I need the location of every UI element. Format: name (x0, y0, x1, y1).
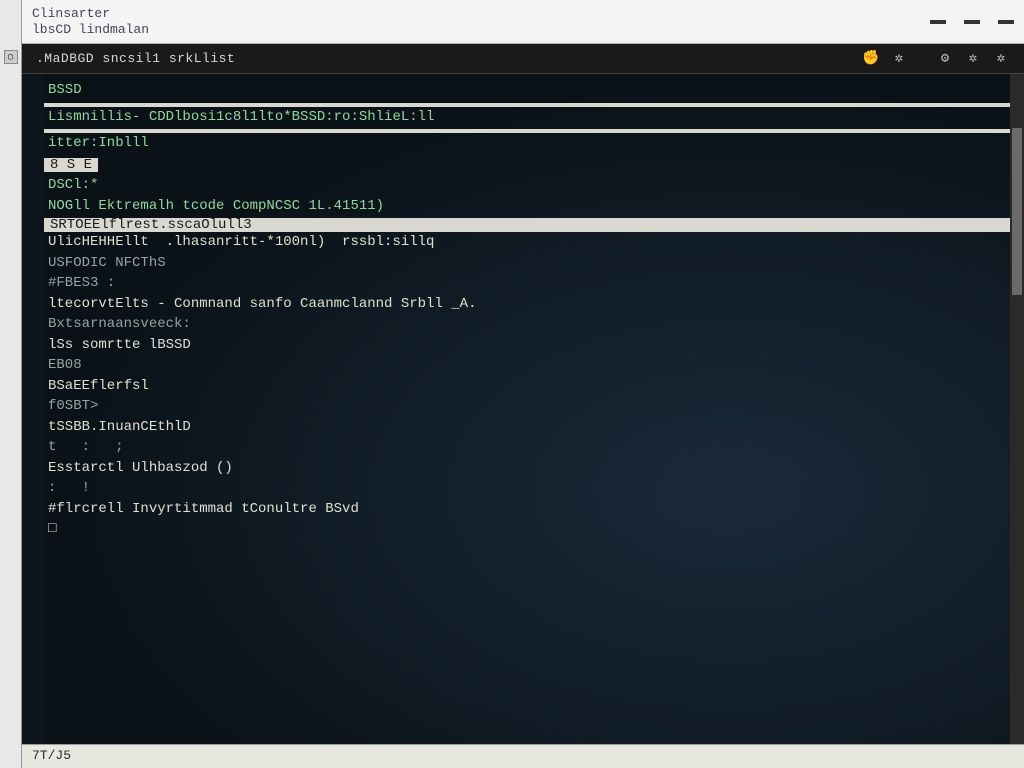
hand-icon[interactable]: ✊ (862, 50, 880, 68)
terminal-line: itter:Inblll (48, 135, 1014, 153)
gear-icon[interactable]: ✲ (992, 50, 1010, 68)
menu-toolbar: .MaDBGD sncsil1 srkLlist ✊ ✲ ⚙ ✲ ✲ (22, 44, 1024, 74)
terminal-line: EB08 (48, 357, 1014, 375)
dash-button[interactable] (964, 20, 980, 24)
app-left-gutter: ▢ (0, 0, 22, 768)
menubar-label: .MaDBGD sncsil1 srkLlist (36, 51, 235, 66)
terminal-line: t : ; (48, 439, 1014, 457)
window-titlebar: Clinsarter lbsCD lindmalan (22, 0, 1024, 44)
terminal-line: USFODIC NFCThS (48, 255, 1014, 273)
terminal-line: Bxtsarnaansveeck: (48, 316, 1014, 334)
terminal-content[interactable]: BSSD Lismnillis- CDDlbosi1c8l1lto*BSSD:r… (44, 74, 1024, 552)
terminal-line: : ! (48, 480, 1014, 498)
terminal-line: DSCl:* (48, 177, 1014, 195)
terminal-line: UlicHEHHEllt .lhasanritt-*100nl) rssbl:s… (48, 234, 1014, 252)
gutter-icon[interactable]: ▢ (4, 50, 18, 64)
gear-icon[interactable]: ✲ (890, 50, 908, 68)
terminal-line: BSSD (48, 82, 1014, 100)
terminal-line: lSs somrtte lBSSD (48, 337, 1014, 355)
terminal-line: Lismnillis- CDDlbosi1c8l1lto*BSSD:ro:Shl… (48, 109, 1014, 127)
toolbar-icons: ✊ ✲ ⚙ ✲ ✲ (862, 50, 1010, 68)
terminal-line: #flrcrell Invyrtitmmad tConultre BSvd (48, 501, 1014, 519)
window-controls (930, 20, 1014, 24)
terminal-highlight-bar: 8 S E (44, 158, 98, 172)
terminal-line: f0SBT> (48, 398, 1014, 416)
gear-icon[interactable]: ✲ (964, 50, 982, 68)
terminal-line: tSSBB.InuanCEthlD (48, 419, 1014, 437)
title-line-1: Clinsarter (32, 6, 149, 22)
line-number-gutter (22, 74, 44, 768)
terminal-line: □ (48, 521, 1014, 539)
terminal-line: BSaEEflerfsl (48, 378, 1014, 396)
terminal-highlight-bar: SRTOEElflrest.sscaOlull3 (44, 218, 1024, 232)
terminal-line: Esstarctl Ulhbaszod () (48, 460, 1014, 478)
separator-icon (918, 50, 926, 68)
terminal-line: NOGll Ektremalh tcode CompNCSC 1L.41511) (48, 198, 1014, 216)
title-text: Clinsarter lbsCD lindmalan (32, 6, 149, 37)
scrollbar-track[interactable] (1010, 74, 1024, 744)
terminal-highlight-bar (44, 129, 1024, 133)
minimize-button[interactable] (930, 20, 946, 24)
terminal-line: ltecorvtElts - Conmnand sanfo Caanmclann… (48, 296, 1014, 314)
status-text: 7T/J5 (32, 748, 71, 763)
dash2-button[interactable] (998, 20, 1014, 24)
scrollbar-thumb[interactable] (1012, 128, 1022, 296)
main-window: Clinsarter lbsCD lindmalan .MaDBGD sncsi… (22, 0, 1024, 768)
gear-icon[interactable]: ⚙ (936, 50, 954, 68)
status-bar: 7T/J5 (22, 744, 1024, 768)
terminal-line: #FBES3 : (48, 275, 1014, 293)
title-line-2: lbsCD lindmalan (32, 22, 149, 38)
terminal-pane[interactable]: BSSD Lismnillis- CDDlbosi1c8l1lto*BSSD:r… (22, 74, 1024, 768)
terminal-highlight-bar (44, 103, 1024, 107)
